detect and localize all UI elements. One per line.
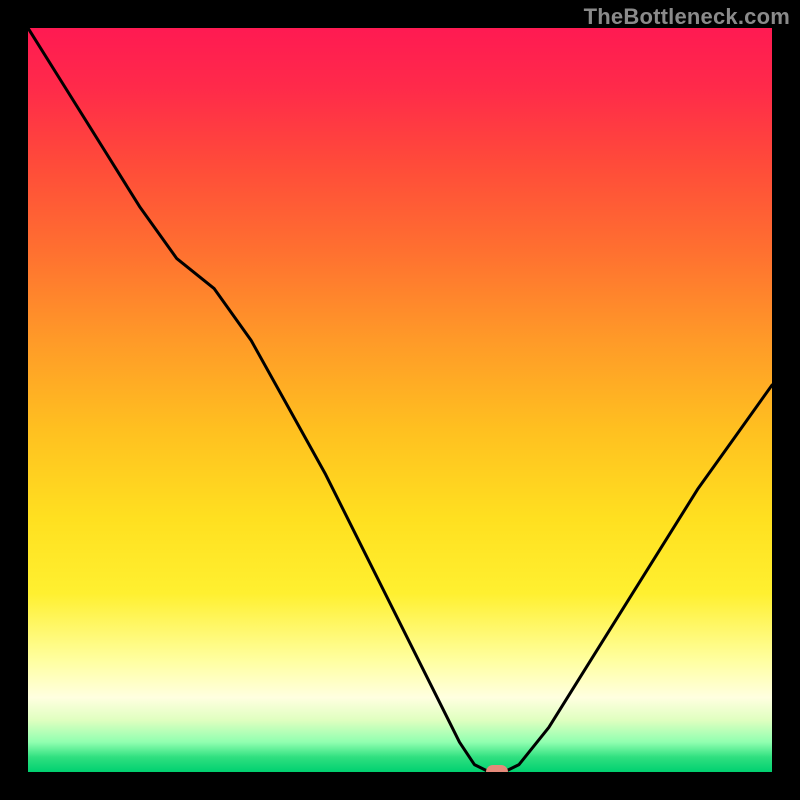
plot-area bbox=[28, 28, 772, 772]
optimal-point-marker bbox=[486, 765, 508, 772]
watermark-text: TheBottleneck.com bbox=[584, 4, 790, 30]
chart-frame: TheBottleneck.com bbox=[0, 0, 800, 800]
bottleneck-curve bbox=[28, 28, 772, 772]
